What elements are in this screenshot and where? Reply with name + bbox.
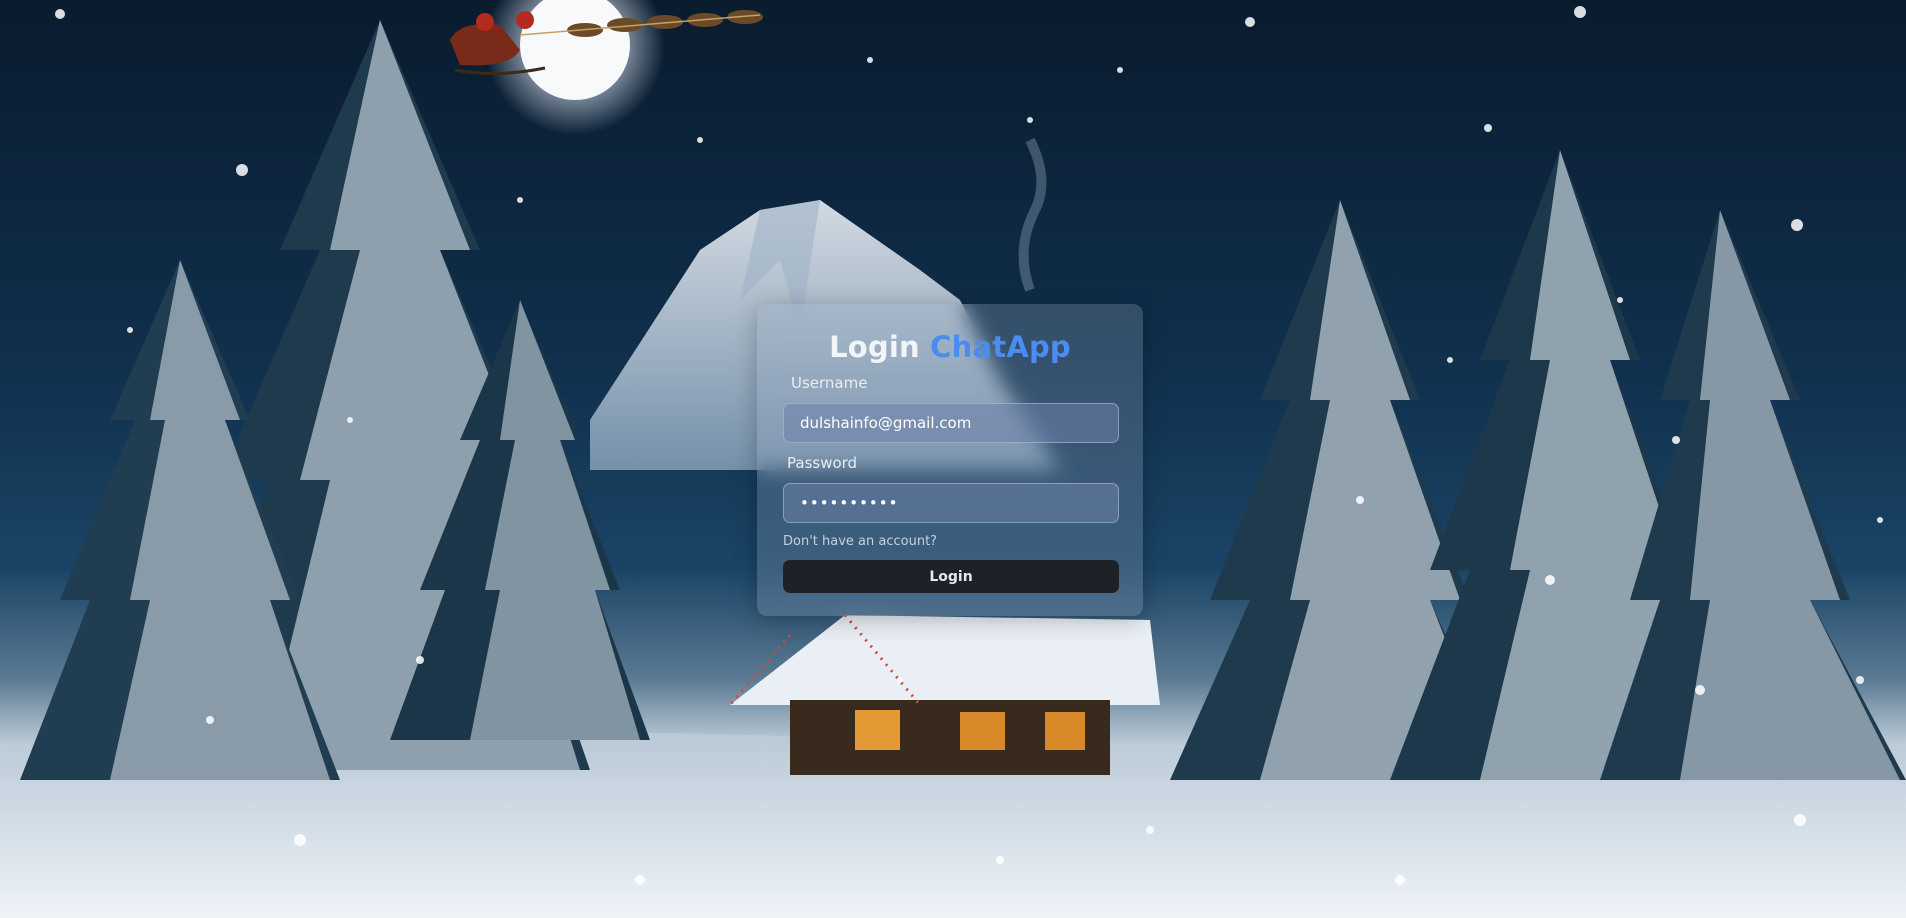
chimney-smoke xyxy=(1018,137,1047,292)
cabin xyxy=(728,614,1160,775)
username-label: Username xyxy=(791,374,868,392)
pine-trees-left xyxy=(20,20,650,780)
password-label: Password xyxy=(787,454,858,472)
login-card: Login ChatApp Username Password Don't ha… xyxy=(757,304,1143,616)
login-heading: Login ChatApp xyxy=(757,330,1143,364)
password-input[interactable] xyxy=(783,483,1119,523)
username-input[interactable] xyxy=(783,403,1119,443)
login-heading-text: Login xyxy=(829,330,920,364)
pine-trees-right xyxy=(1170,150,1906,780)
login-page: Login ChatApp Username Password Don't ha… xyxy=(0,0,1906,918)
login-button[interactable]: Login xyxy=(783,560,1119,593)
signup-link[interactable]: Don't have an account? xyxy=(783,534,937,549)
brand-name: ChatApp xyxy=(930,330,1071,364)
